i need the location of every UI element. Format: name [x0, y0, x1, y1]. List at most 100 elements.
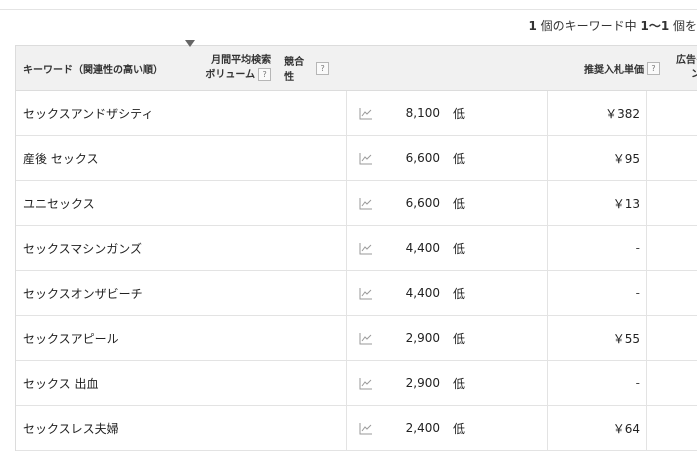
bid-cell: ￥382: [547, 91, 646, 135]
volume-header-text: 月間平均検索 ボリューム?: [177, 54, 277, 83]
ad-impression-cell: [646, 226, 697, 270]
competition-cell: 低: [446, 226, 547, 270]
bid-value: ￥13: [612, 196, 640, 211]
competition-cell: 低: [446, 271, 547, 315]
volume-cell: 2,900: [384, 316, 446, 360]
sort-down-icon[interactable]: [185, 40, 196, 47]
bid-value: -: [635, 241, 640, 255]
competition-value: 低: [453, 196, 466, 211]
help-icon[interactable]: ?: [647, 61, 661, 75]
trend-cell[interactable]: [346, 406, 384, 450]
summary-count: 1: [528, 19, 537, 33]
table-row[interactable]: セックスレス夫婦 2,400 低 ￥64: [16, 406, 697, 451]
trend-chart-icon[interactable]: [359, 107, 373, 120]
bid-value: ￥382: [605, 106, 640, 121]
keyword-cell[interactable]: セックスマシンガンズ: [16, 226, 346, 270]
competition-cell: 低: [446, 316, 547, 360]
trend-chart-icon[interactable]: [359, 152, 373, 165]
keyword-cell[interactable]: セックスレス夫婦: [16, 406, 346, 450]
trend-chart-icon[interactable]: [359, 197, 373, 210]
competition-header-label: 競合性: [284, 57, 305, 83]
keyword-text: セックスレス夫婦: [23, 421, 119, 436]
competition-value: 低: [453, 241, 466, 256]
table-row[interactable]: 産後 セックス 6,600 低 ￥95: [16, 136, 697, 181]
keyword-cell[interactable]: セックスオンザビーチ: [16, 271, 346, 315]
competition-value: 低: [453, 286, 466, 301]
volume-header-line2: ボリューム: [205, 69, 256, 81]
bid-cell: ￥64: [547, 406, 646, 450]
trend-cell[interactable]: [346, 361, 384, 405]
competition-cell: 低: [446, 406, 547, 450]
ad-impression-cell: [646, 316, 697, 360]
table-row[interactable]: セックスマシンガンズ 4,400 低 -: [16, 226, 697, 271]
table-row[interactable]: セックスアピール 2,900 低 ￥55: [16, 316, 697, 361]
ad-impression-column-header[interactable]: 広告イン ン: [666, 46, 697, 90]
keyword-cell[interactable]: セックス 出血: [16, 361, 346, 405]
summary-range: 1〜1: [640, 19, 670, 33]
table-row[interactable]: セックス 出血 2,900 低 -: [16, 361, 697, 406]
keyword-text: ユニセックス: [23, 196, 95, 211]
competition-value: 低: [453, 106, 466, 121]
ad-impression-cell: [646, 271, 697, 315]
volume-column-header[interactable]: 月間平均検索 ボリューム?: [177, 46, 277, 90]
keyword-cell[interactable]: 産後 セックス: [16, 136, 346, 180]
trend-cell[interactable]: [346, 91, 384, 135]
bid-cell: -: [547, 271, 646, 315]
trend-cell[interactable]: [346, 136, 384, 180]
summary-middle: 個のキーワード中: [536, 19, 641, 33]
ad-impression-cell: [646, 181, 697, 225]
table-row[interactable]: ユニセックス 6,600 低 ￥13: [16, 181, 697, 226]
keyword-cell[interactable]: セックスアピール: [16, 316, 346, 360]
trend-cell[interactable]: [346, 271, 384, 315]
volume-value: 8,100: [405, 106, 440, 120]
bid-column-header[interactable]: 推奨入札単価?: [329, 46, 666, 90]
keyword-column-header[interactable]: キーワード（関連性の高い順）: [16, 46, 177, 90]
trend-cell[interactable]: [346, 181, 384, 225]
bid-value: ￥95: [612, 151, 640, 166]
trend-cell[interactable]: [346, 226, 384, 270]
bid-cell: ￥95: [547, 136, 646, 180]
help-icon[interactable]: ?: [258, 67, 272, 81]
keyword-cell[interactable]: ユニセックス: [16, 181, 346, 225]
table-row[interactable]: セックスアンドザシティ 8,100 低 ￥382: [16, 91, 697, 136]
volume-cell: 6,600: [384, 136, 446, 180]
keyword-text: セックスマシンガンズ: [23, 241, 143, 256]
ad-header-line1: 広告イン: [676, 55, 697, 66]
competition-value: 低: [453, 151, 466, 166]
table-body: セックスアンドザシティ 8,100 低 ￥382 産後 セックス 6,600 低…: [16, 91, 697, 451]
ad-impression-cell: [646, 361, 697, 405]
keyword-text: 産後 セックス: [23, 151, 99, 166]
bid-cell: ￥13: [547, 181, 646, 225]
competition-cell: 低: [446, 361, 547, 405]
help-icon[interactable]: ?: [316, 61, 329, 75]
table-row[interactable]: セックスオンザビーチ 4,400 低 -: [16, 271, 697, 316]
competition-value: 低: [453, 331, 466, 346]
volume-value: 4,400: [405, 286, 440, 300]
bid-value: ￥55: [612, 331, 640, 346]
keyword-text: セックス 出血: [23, 376, 99, 391]
competition-value: 低: [453, 376, 466, 391]
trend-cell[interactable]: [346, 316, 384, 360]
result-summary: 1 個のキーワード中 1〜1 個を: [528, 17, 697, 34]
trend-chart-icon[interactable]: [359, 287, 373, 300]
ad-header-line2: ン: [691, 69, 697, 80]
bid-value: ￥64: [612, 421, 640, 436]
competition-column-header[interactable]: 競合性?: [277, 46, 329, 90]
keyword-column-label: キーワード（関連性の高い順）: [23, 64, 163, 76]
keyword-table: キーワード（関連性の高い順） 月間平均検索 ボリューム? 競合性? 推奨入札単価…: [15, 40, 697, 451]
trend-chart-icon[interactable]: [359, 377, 373, 390]
keyword-cell[interactable]: セックスアンドザシティ: [16, 91, 346, 135]
trend-chart-icon[interactable]: [359, 332, 373, 345]
volume-value: 2,400: [405, 421, 440, 435]
bid-header-label: 推奨入札単価: [584, 64, 645, 76]
competition-cell: 低: [446, 91, 547, 135]
bid-cell: -: [547, 361, 646, 405]
bid-value: -: [635, 286, 640, 300]
top-divider: [0, 9, 697, 10]
volume-cell: 4,400: [384, 226, 446, 270]
trend-chart-icon[interactable]: [359, 422, 373, 435]
bid-cell: -: [547, 226, 646, 270]
trend-chart-icon[interactable]: [359, 242, 373, 255]
keyword-text: セックスアンドザシティ: [23, 106, 154, 121]
volume-header-line1: 月間平均検索: [211, 54, 272, 66]
